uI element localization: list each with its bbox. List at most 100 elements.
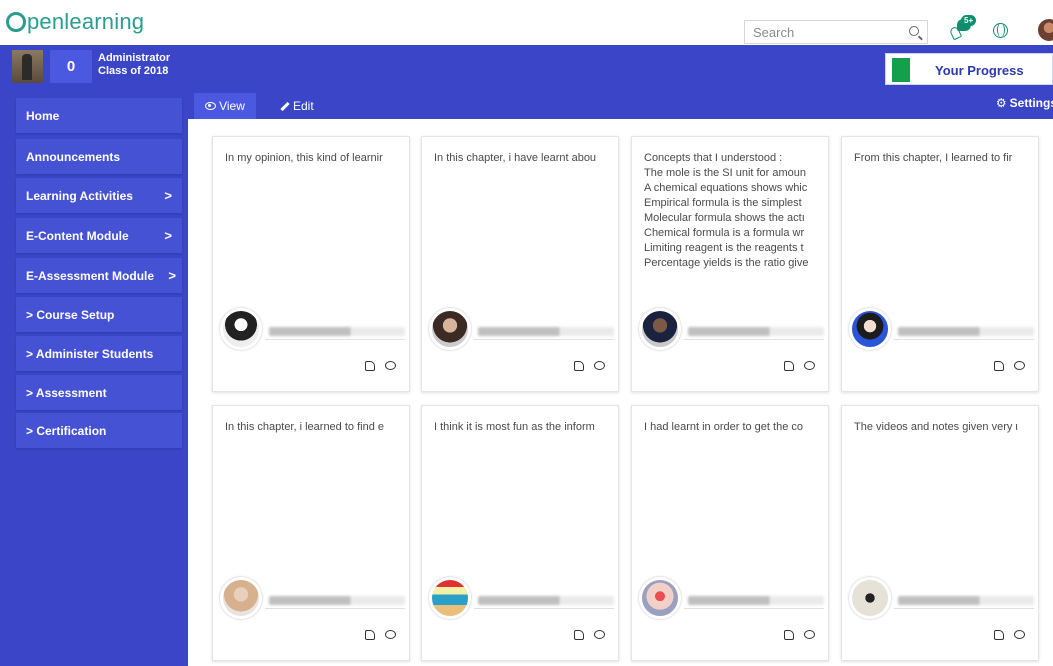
divider (894, 339, 1034, 340)
sidebar-item-e-content-module[interactable]: E-Content Module > (16, 218, 182, 253)
notification-badge: 5+ (961, 15, 977, 26)
tab-edit[interactable]: Edit (280, 93, 314, 119)
thumbs-up-icon[interactable] (574, 630, 584, 640)
sidebar-item-label: Home (26, 108, 60, 123)
post-card[interactable]: In this chapter, i learned to find e (212, 405, 410, 661)
sidebar-item-label: > Assessment (26, 385, 107, 400)
comment-icon[interactable] (385, 630, 396, 639)
post-excerpt: In my opinion, this kind of learnir (225, 152, 383, 164)
author-name-blurred (478, 596, 614, 605)
comment-icon[interactable] (385, 361, 396, 370)
class-label: Class of 2018 (98, 65, 169, 77)
sidebar-item-certification[interactable]: > Certification (16, 413, 182, 448)
tab-view-label: View (219, 99, 245, 113)
thumbs-up-icon[interactable] (365, 630, 375, 640)
author-name-blurred (269, 327, 405, 336)
sidebar-item-learning-activities[interactable]: Learning Activities > (16, 178, 182, 213)
author-avatar[interactable] (220, 308, 262, 350)
sidebar-item-home[interactable]: Home (16, 98, 182, 133)
post-card[interactable]: I had learnt in order to get the co (631, 405, 829, 661)
sidebar-item-label: > Course Setup (26, 307, 115, 322)
thumbs-up-icon[interactable] (784, 630, 794, 640)
settings-label: Settings (1009, 96, 1053, 110)
post-card[interactable]: The videos and notes given very ι (841, 405, 1039, 661)
chevron-right-icon: > (164, 228, 172, 243)
sidebar-item-assessment[interactable]: > Assessment (16, 375, 182, 410)
profile-role: Administrator Class of 2018 (98, 52, 170, 78)
author-avatar[interactable] (429, 308, 471, 350)
author-name-blurred (898, 327, 1034, 336)
search-field[interactable]: Search (744, 20, 928, 44)
post-excerpt: I think it is most fun as the inform (434, 421, 595, 433)
pencil-icon (280, 101, 290, 111)
tab-view[interactable]: View (194, 93, 256, 119)
comment-icon[interactable] (594, 361, 605, 370)
progress-indicator (892, 58, 910, 82)
sidebar: Home Announcements Learning Activities > … (0, 87, 188, 666)
divider (684, 339, 824, 340)
post-card[interactable]: From this chapter, I learned to fir (841, 136, 1039, 392)
role-title: Administrator (98, 52, 171, 64)
divider (265, 339, 405, 340)
divider (265, 608, 405, 609)
thumbs-up-icon[interactable] (365, 361, 375, 371)
globe-icon[interactable] (993, 23, 1008, 38)
post-excerpt: In this chapter, i have learnt abou (434, 152, 597, 164)
post-card[interactable]: I think it is most fun as the inform (421, 405, 619, 661)
thumbs-up-icon[interactable] (994, 361, 1004, 371)
author-avatar[interactable] (429, 577, 471, 619)
thumbs-up-icon[interactable] (784, 361, 794, 371)
post-excerpt: The videos and notes given very ι (854, 421, 1018, 433)
user-avatar[interactable] (1038, 19, 1053, 41)
author-avatar[interactable] (639, 308, 681, 350)
author-name-blurred (898, 596, 1034, 605)
search-icon[interactable] (909, 26, 919, 36)
sidebar-item-administer-students[interactable]: > Administer Students (16, 336, 182, 371)
divider (684, 608, 824, 609)
search-input[interactable]: Search (753, 25, 794, 40)
sidebar-item-label: Learning Activities (26, 188, 133, 203)
settings-button[interactable]: ⚙ Settings (996, 93, 1053, 113)
your-progress-button[interactable]: Your Progress (885, 53, 1053, 85)
comment-icon[interactable] (594, 630, 605, 639)
sidebar-item-announcements[interactable]: Announcements (16, 139, 182, 174)
comment-icon[interactable] (804, 361, 815, 370)
author-avatar[interactable] (220, 577, 262, 619)
comment-icon[interactable] (804, 630, 815, 639)
openlearning-logo[interactable]: penlearning (6, 6, 144, 38)
sidebar-item-label: Announcements (26, 149, 121, 164)
content-toolbar: View Edit ⚙ Settings (188, 87, 1053, 119)
divider (474, 608, 614, 609)
points-counter: 0 (50, 50, 92, 83)
author-name-blurred (688, 596, 824, 605)
author-avatar[interactable] (849, 308, 891, 350)
post-card[interactable]: In my opinion, this kind of learnir (212, 136, 410, 392)
post-excerpt: Concepts that I understood : The mole is… (644, 152, 809, 269)
thumbs-up-icon[interactable] (574, 361, 584, 371)
thumbs-up-icon[interactable] (994, 630, 1004, 640)
chevron-right-icon: > (168, 268, 176, 283)
post-card[interactable]: In this chapter, i have learnt abou (421, 136, 619, 392)
sidebar-item-e-assessment-module[interactable]: E-Assessment Module > (16, 258, 182, 293)
comment-icon[interactable] (1014, 361, 1025, 370)
sidebar-item-label: E-Content Module (26, 228, 129, 243)
author-avatar[interactable] (639, 577, 681, 619)
post-excerpt: In this chapter, i learned to find e (225, 421, 384, 433)
logo-o-icon (6, 12, 26, 32)
notifications-button[interactable]: 5+ (948, 15, 977, 43)
comment-icon[interactable] (1014, 630, 1025, 639)
post-card[interactable]: Concepts that I understood : The mole is… (631, 136, 829, 392)
author-name-blurred (688, 327, 824, 336)
logo-text: penlearning (27, 9, 145, 34)
profile-photo[interactable] (12, 50, 43, 83)
author-name-blurred (269, 596, 405, 605)
divider (474, 339, 614, 340)
sidebar-item-label: > Certification (26, 423, 107, 438)
top-bar: penlearning Search 5+ (0, 0, 1053, 45)
sidebar-item-course-setup[interactable]: > Course Setup (16, 297, 182, 332)
post-excerpt: From this chapter, I learned to fir (854, 152, 1013, 164)
author-avatar[interactable] (849, 577, 891, 619)
gear-icon: ⚙ (995, 96, 1007, 110)
divider (894, 608, 1034, 609)
eye-icon (205, 102, 217, 110)
